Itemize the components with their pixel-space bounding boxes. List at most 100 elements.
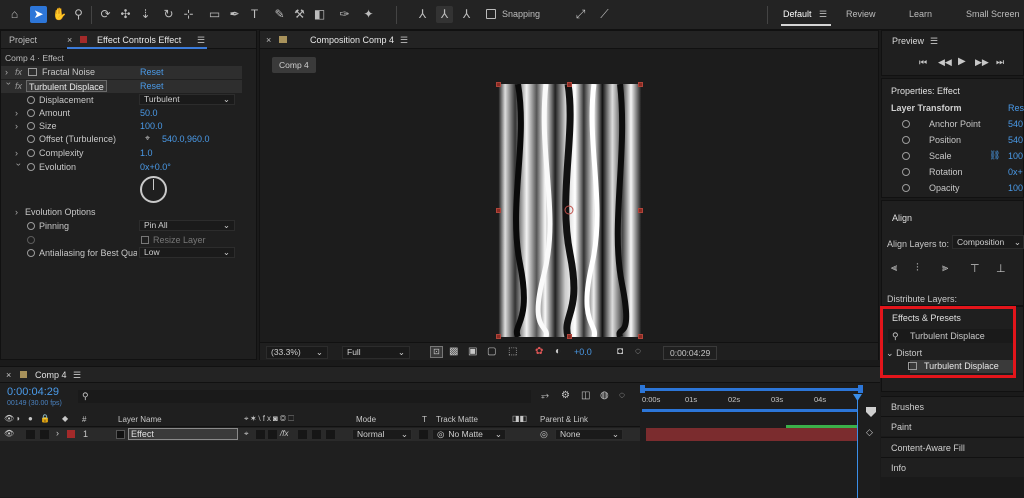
- parent-dropdown[interactable]: None ⌄: [555, 429, 623, 440]
- reset-link[interactable]: Reset: [140, 67, 164, 77]
- region-of-interest-icon[interactable]: ⊡: [430, 346, 443, 358]
- mask-visibility-icon[interactable]: ▣: [468, 346, 477, 357]
- fx-toggle[interactable]: fx: [15, 67, 22, 77]
- type-tool-icon[interactable]: T: [246, 6, 263, 23]
- info-panel[interactable]: Info: [881, 457, 1024, 477]
- snapping-checkbox[interactable]: [486, 9, 496, 19]
- shy-layers-icon[interactable]: ◫: [581, 390, 590, 401]
- expand-arrow-icon[interactable]: ›: [15, 207, 23, 217]
- position-value[interactable]: 540: [1008, 135, 1023, 145]
- bbox-handle[interactable]: [638, 208, 643, 213]
- effect-turbulent-displace-row[interactable]: › fx Turbulent Displace Reset: [1, 80, 242, 93]
- displacement-dropdown[interactable]: Turbulent ⌄: [139, 94, 235, 105]
- dolly-camera-icon[interactable]: ⇣: [137, 6, 154, 23]
- stopwatch-icon[interactable]: [27, 162, 38, 172]
- color-channels-icon[interactable]: ✿: [535, 346, 543, 357]
- rotation-tool-icon[interactable]: ↻: [160, 6, 177, 23]
- frame-blend-switch[interactable]: [298, 430, 307, 439]
- expand-arrow-icon[interactable]: ›: [15, 108, 23, 118]
- play-icon[interactable]: ▶: [958, 56, 966, 67]
- color-management-icon[interactable]: ◐: [555, 346, 561, 357]
- panel-menu-icon[interactable]: ☰: [73, 370, 81, 381]
- size-value[interactable]: 100.0: [140, 121, 163, 131]
- comp-breadcrumb-button[interactable]: Comp 4: [272, 57, 316, 73]
- brushes-panel[interactable]: Brushes: [881, 396, 1024, 416]
- expand-arrow-icon[interactable]: ›: [56, 428, 59, 438]
- next-frame-icon[interactable]: ▶▶: [975, 57, 989, 68]
- opacity-value[interactable]: 100: [1008, 183, 1023, 193]
- home-icon[interactable]: ⌂: [6, 6, 23, 23]
- blend-mode-dropdown[interactable]: Normal ⌄: [352, 429, 412, 440]
- pan-behind-icon[interactable]: ⊹: [180, 6, 197, 23]
- reset-link[interactable]: Rese: [1008, 103, 1024, 113]
- stopwatch-icon[interactable]: [27, 148, 38, 158]
- current-time-display[interactable]: 0:00:04:29: [663, 346, 718, 360]
- reset-link[interactable]: Reset: [140, 81, 164, 91]
- time-navigator[interactable]: [642, 409, 858, 412]
- tab-project[interactable]: Project: [9, 35, 37, 45]
- lock-toggle[interactable]: [40, 430, 49, 439]
- layer-name-field[interactable]: Effect: [128, 428, 238, 440]
- tab-comp-timeline[interactable]: Comp 4: [35, 370, 67, 380]
- collapse-arrow-icon[interactable]: ›: [4, 82, 14, 90]
- rectangle-tool-icon[interactable]: ▭: [206, 6, 223, 23]
- collapse-transform-icon[interactable]: ⌖: [244, 429, 249, 439]
- evolution-value[interactable]: 0x+0.0°: [140, 162, 171, 172]
- composition-mini-flowchart-icon[interactable]: ⥅: [541, 390, 549, 401]
- roto-brush-icon[interactable]: ✑: [336, 6, 353, 23]
- composition-button-icon[interactable]: [866, 407, 876, 417]
- guides-icon[interactable]: ▢: [487, 346, 496, 357]
- motion-blur-switch[interactable]: [312, 430, 321, 439]
- magnification-dropdown[interactable]: (33.3%) ⌄: [266, 346, 328, 359]
- stopwatch-icon[interactable]: [902, 135, 913, 145]
- align-target-dropdown[interactable]: Composition ⌄: [952, 235, 1024, 249]
- axis-view-icon[interactable]: ⅄: [458, 6, 475, 23]
- exposure-value[interactable]: +0.0: [574, 347, 592, 357]
- workspace-default[interactable]: Default: [783, 9, 812, 19]
- offset-value[interactable]: 540.0,960.0: [162, 134, 210, 144]
- time-ruler[interactable]: 0:00s 01s 02s 03s 04s: [642, 395, 858, 405]
- frame-blending-icon[interactable]: ◍: [600, 390, 609, 401]
- paint-panel[interactable]: Paint: [881, 416, 1024, 436]
- close-tab-icon[interactable]: ×: [67, 35, 72, 45]
- eraser-tool-icon[interactable]: ◧: [311, 6, 328, 23]
- bbox-handle[interactable]: [496, 334, 501, 339]
- composition-canvas[interactable]: [498, 84, 641, 337]
- tab-composition[interactable]: Composition Comp 4: [310, 35, 394, 45]
- stopwatch-icon[interactable]: [27, 134, 38, 144]
- constrain-proportions-icon[interactable]: ⛓: [989, 150, 1000, 161]
- workspace-menu-icon[interactable]: ☰: [819, 9, 827, 20]
- timeline-search-input[interactable]: ⚲: [78, 390, 531, 403]
- stopwatch-icon[interactable]: [902, 167, 913, 177]
- show-snapshot-icon[interactable]: ◌: [635, 346, 641, 357]
- adjustment-switch[interactable]: [326, 430, 335, 439]
- rotation-value[interactable]: 0x+: [1008, 167, 1023, 177]
- effect-fractal-noise-row[interactable]: › fx Fractal Noise Reset: [1, 66, 242, 79]
- stopwatch-icon[interactable]: [902, 151, 913, 161]
- content-aware-fill-panel[interactable]: Content-Aware Fill: [881, 437, 1024, 457]
- align-horizontal-center-icon[interactable]: ⫶: [916, 262, 919, 275]
- column-layer-name[interactable]: Layer Name: [118, 415, 162, 424]
- axis-world-icon[interactable]: ⅄: [436, 6, 453, 23]
- stopwatch-icon[interactable]: [27, 108, 38, 118]
- workspace-learn[interactable]: Learn: [909, 9, 932, 19]
- hand-tool-icon[interactable]: ✋: [51, 6, 68, 23]
- stopwatch-icon[interactable]: [27, 95, 38, 105]
- stopwatch-icon[interactable]: [27, 221, 38, 231]
- antialiasing-dropdown[interactable]: Low ⌄: [139, 247, 235, 258]
- layer-duration-bar[interactable]: [646, 428, 858, 441]
- tab-effect-controls[interactable]: Effect Controls Effect: [97, 35, 181, 45]
- parent-pickwhip-icon[interactable]: ◎: [540, 429, 548, 440]
- preserve-transparency-toggle[interactable]: [419, 430, 428, 439]
- track-matte-dropdown[interactable]: ◎ No Matte ⌄: [432, 429, 506, 440]
- zoom-tool-icon[interactable]: ⚲: [70, 6, 87, 23]
- previous-frame-icon[interactable]: ◀◀: [938, 57, 952, 68]
- snapshot-icon[interactable]: ◘: [617, 346, 623, 357]
- amount-value[interactable]: 50.0: [140, 108, 158, 118]
- snap-feature-icon[interactable]: ⟋: [596, 6, 613, 23]
- evolution-dial[interactable]: [140, 176, 167, 203]
- transparency-grid-icon[interactable]: ▩: [449, 346, 458, 357]
- crosshair-icon[interactable]: ⌖: [145, 133, 150, 144]
- layer-end-marker-icon[interactable]: ◇: [866, 427, 873, 438]
- expand-arrow-icon[interactable]: ›: [5, 67, 13, 77]
